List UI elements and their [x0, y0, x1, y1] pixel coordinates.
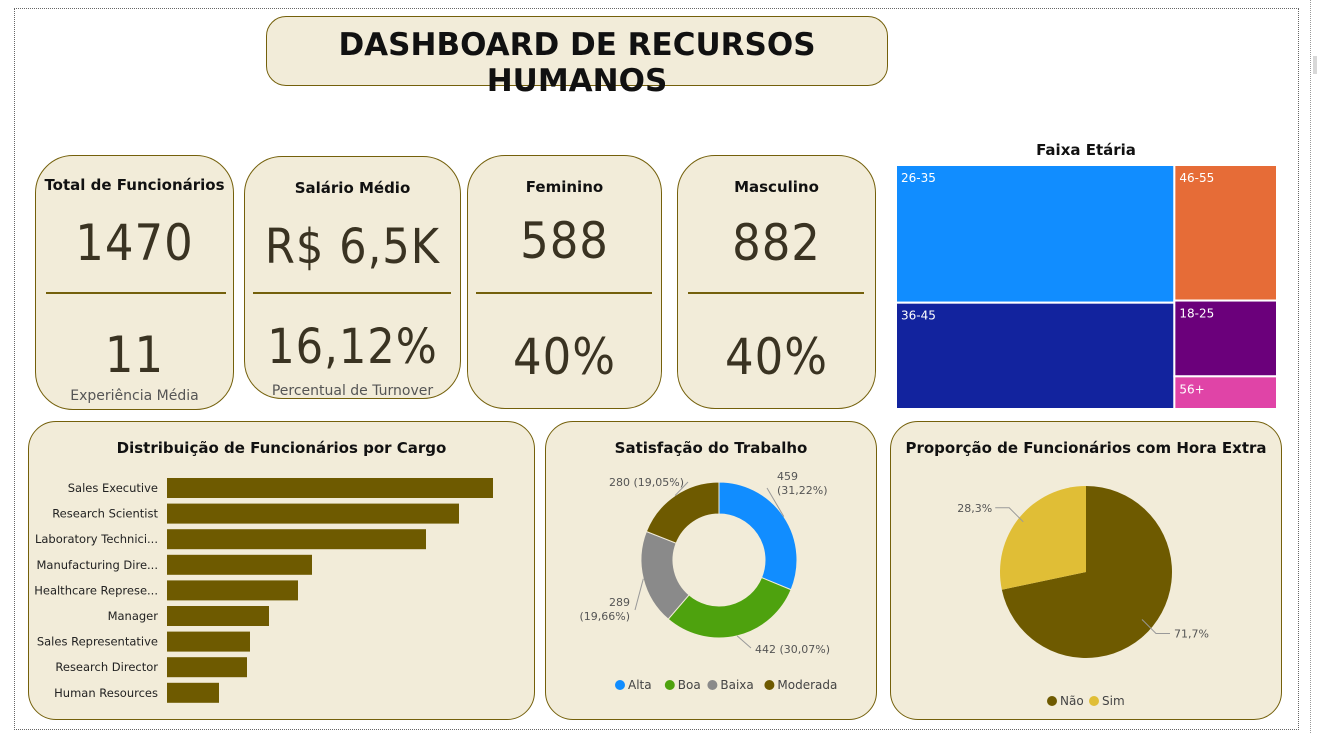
bar-category-label: Human Resources	[54, 686, 158, 700]
treemap-tile-label: 46-55	[1179, 171, 1214, 185]
treemap-tile-18-25[interactable]: 18-25	[1173, 299, 1277, 378]
bar-category-label: Sales Representative	[37, 635, 158, 649]
legend-item-nao[interactable]: Não	[1047, 694, 1084, 708]
kpi-card-salary[interactable]: Salário Médio R$ 6,5K 16,12% Percentual …	[244, 156, 461, 399]
legend-label: Alta	[628, 678, 652, 692]
treemap-tile-label: 18-25	[1179, 307, 1214, 321]
treemap-tile-26-35[interactable]: 26-35	[896, 165, 1176, 304]
bar-4[interactable]	[167, 554, 312, 575]
donut-slice-alta[interactable]	[718, 481, 798, 591]
bar-category-label: Research Scientist	[52, 507, 158, 521]
kpi-value: 588	[520, 212, 609, 270]
legend-marker	[1047, 696, 1057, 706]
treemap-tile-36-45[interactable]: 36-45	[896, 301, 1176, 409]
bar-category-label: Manager	[108, 609, 159, 623]
donut-leader-line	[736, 635, 752, 649]
kpi-caption: Percentual de Turnover	[271, 383, 434, 399]
role-bar-chart[interactable]: Sales Executive Research Scientist Laborat…	[28, 470, 533, 710]
legend-marker	[615, 680, 625, 690]
bar-chart-title: Distribuição de Funcionários por Cargo	[116, 439, 447, 457]
kpi-label: Salário Médio	[294, 179, 411, 197]
donut-data-label: 280 (19,05%)	[609, 476, 684, 489]
kpi-card-male[interactable]: Masculino 882 40%	[677, 155, 876, 409]
donut-chart-title: Satisfação do Trabalho	[614, 439, 808, 457]
bar-category-label: Research Director	[55, 660, 158, 674]
treemap-tile-46-55[interactable]: 46-55	[1173, 165, 1277, 302]
kpi-card-total[interactable]: Total de Funcionários 1470 11 Experiênci…	[35, 155, 234, 410]
bar-1[interactable]	[167, 478, 493, 498]
bar-category-label: Manufacturing Dire...	[37, 558, 159, 572]
bar-category-label: Laboratory Technici...	[35, 532, 158, 546]
kpi-label: Feminino	[525, 178, 604, 196]
treemap-tile-label: 26-35	[901, 171, 936, 185]
kpi-label: Total de Funcionários	[44, 176, 225, 194]
pie-chart-title: Proporção de Funcionários com Hora Extra	[905, 439, 1267, 457]
bar-3[interactable]	[167, 529, 426, 550]
bar-9[interactable]	[167, 682, 219, 703]
bar-category-label: Sales Executive	[68, 481, 158, 495]
pie-data-label: 71,7%	[1174, 627, 1209, 640]
legend-item-sim[interactable]: Sim	[1089, 694, 1125, 708]
kpi-value: 882	[732, 214, 821, 272]
treemap-tile-56plus[interactable]: 56+	[1173, 375, 1277, 409]
page-scrollbar-thumb[interactable]	[1313, 56, 1317, 74]
legend-marker	[664, 680, 675, 690]
donut-data-label: 289 (19,66%)	[579, 596, 630, 623]
bar-2[interactable]	[167, 503, 459, 524]
legend-item-alta[interactable]: Alta	[615, 678, 652, 692]
kpi-card-female[interactable]: Feminino 588 40%	[467, 155, 662, 409]
bar-category-label: Healthcare Represe...	[34, 583, 158, 597]
kpi-divider	[688, 292, 864, 294]
legend-label: Sim	[1102, 694, 1125, 708]
donut-data-label: 459 (31,22%)	[777, 470, 828, 497]
treemap-tile-label: 36-45	[901, 309, 936, 323]
overtime-pie-chart[interactable]: 71,7% 28,3% Não Sim	[890, 470, 1280, 715]
age-treemap[interactable]: 26-35 36-45 46-55 18-25 56+	[896, 165, 1277, 409]
bar-8[interactable]	[167, 657, 247, 678]
page-scrollbar-track[interactable]	[1310, 0, 1312, 733]
legend-label: Moderada	[777, 678, 837, 692]
kpi-secondary-value: 11	[104, 326, 165, 384]
treemap-tile-rect	[896, 301, 1176, 409]
treemap-tile-rect	[896, 165, 1176, 304]
bar-6[interactable]	[167, 606, 269, 626]
kpi-caption: Experiência Média	[70, 388, 199, 404]
treemap-tile-rect	[1173, 165, 1277, 302]
donut-data-label: 442 (30,07%)	[755, 643, 830, 656]
dashboard-title: DASHBOARD DE RECURSOS HUMANOS	[338, 27, 816, 99]
donut-leader-line	[634, 578, 644, 611]
kpi-divider	[46, 292, 226, 294]
kpi-secondary-value: 16,12%	[267, 319, 438, 375]
dashboard-title-card: DASHBOARD DE RECURSOS HUMANOS	[266, 16, 888, 99]
legend-label: Boa	[678, 678, 701, 692]
legend-item-boa[interactable]: Boa	[664, 678, 701, 692]
pie-slice-sim[interactable]	[1000, 486, 1086, 590]
treemap-tile-label: 56+	[1179, 382, 1204, 396]
legend-marker	[1089, 696, 1099, 706]
bar-7[interactable]	[167, 631, 250, 652]
kpi-divider	[476, 292, 652, 294]
kpi-value: 1470	[75, 214, 194, 272]
legend-marker	[764, 680, 775, 690]
kpi-secondary-value: 40%	[725, 328, 828, 386]
legend-item-moderada[interactable]: Moderada	[764, 678, 837, 692]
satisfaction-donut-chart[interactable]: 459 (31,22%) 442 (30,07%) 289 (19,66%) 280 (1…	[545, 460, 875, 710]
legend-label: Baixa	[720, 678, 753, 692]
pie-data-label: 28,3%	[957, 502, 992, 515]
bar-5[interactable]	[167, 580, 298, 601]
legend-label: Não	[1060, 694, 1084, 708]
kpi-value: R$ 6,5K	[264, 219, 441, 275]
legend-marker	[707, 680, 718, 690]
treemap-title: Faixa Etária	[1036, 141, 1136, 159]
kpi-secondary-value: 40%	[513, 328, 616, 386]
donut-slice-boa[interactable]	[667, 576, 792, 639]
kpi-label: Masculino	[734, 178, 819, 196]
kpi-divider	[253, 292, 451, 294]
legend-item-baixa[interactable]: Baixa	[707, 678, 754, 692]
donut-slice-moderada[interactable]	[645, 481, 720, 544]
